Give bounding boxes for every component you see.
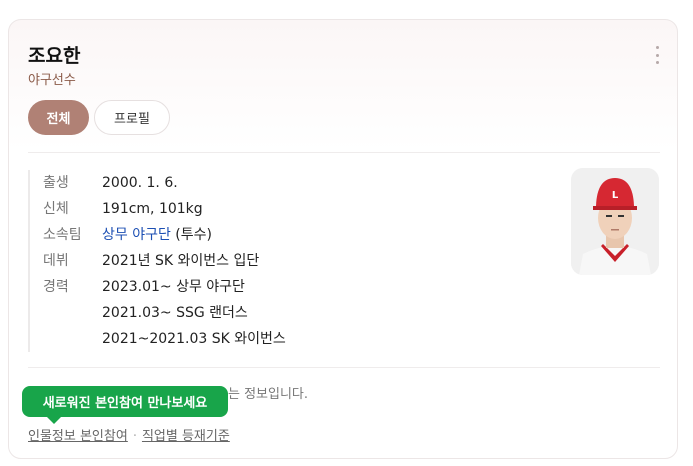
self-participation-link[interactable]: 인물정보 본인참여: [28, 429, 128, 444]
tab-profile[interactable]: 프로필: [94, 100, 170, 135]
divider: [28, 152, 660, 153]
team-position: (투수): [170, 227, 212, 243]
notice-suffix: 는 정보입니다.: [228, 387, 309, 402]
info-value: 상무 야구단 (투수): [102, 222, 212, 248]
info-row-career: 경력 2023.01~ 상무 야구단 2021.03~ SSG 랜더스 2021…: [30, 274, 430, 352]
participation-tooltip[interactable]: 새로워진 본인참여 만나보세요: [22, 386, 228, 417]
player-photo-illustration: L: [571, 168, 659, 275]
divider: [28, 367, 660, 368]
info-row-body: 신체 191cm, 101kg: [30, 196, 430, 222]
career-item: 2023.01~ 상무 야구단: [102, 279, 245, 295]
tab-all[interactable]: 전체: [28, 100, 89, 135]
footer-links: 인물정보 본인참여 · 직업별 등재기준: [28, 425, 230, 444]
svg-text:L: L: [612, 190, 619, 201]
info-row-birth: 출생 2000. 1. 6.: [30, 170, 430, 196]
info-label: 소속팀: [43, 227, 82, 243]
info-value: 2000. 1. 6.: [102, 175, 178, 191]
person-role: 야구선수: [28, 73, 76, 88]
info-list: 출생 2000. 1. 6. 신체 191cm, 101kg 소속팀 상무 야구…: [28, 170, 430, 352]
profile-photo[interactable]: L: [571, 168, 659, 275]
listing-criteria-link[interactable]: 직업별 등재기준: [142, 429, 230, 444]
more-options-icon[interactable]: [650, 46, 664, 64]
info-row-debut: 데뷔 2021년 SK 와이번스 입단: [30, 248, 430, 274]
info-label: 출생: [43, 175, 69, 191]
team-link[interactable]: 상무 야구단: [102, 227, 171, 243]
career-item: 2021~2021.03 SK 와이번스: [102, 331, 286, 347]
footer-separator: ·: [132, 429, 137, 444]
career-list: 2023.01~ 상무 야구단 2021.03~ SSG 랜더스 2021~20…: [102, 274, 286, 352]
info-label: 경력: [43, 279, 69, 295]
info-value: 191cm, 101kg: [102, 201, 203, 217]
person-name[interactable]: 조요한: [28, 41, 80, 68]
tooltip-arrow: [47, 417, 61, 424]
info-value: 2021년 SK 와이번스 입단: [102, 253, 260, 269]
info-label: 신체: [43, 201, 69, 217]
info-label: 데뷔: [43, 253, 69, 269]
info-row-team: 소속팀 상무 야구단 (투수): [30, 222, 430, 248]
career-item: 2021.03~ SSG 랜더스: [102, 305, 248, 321]
